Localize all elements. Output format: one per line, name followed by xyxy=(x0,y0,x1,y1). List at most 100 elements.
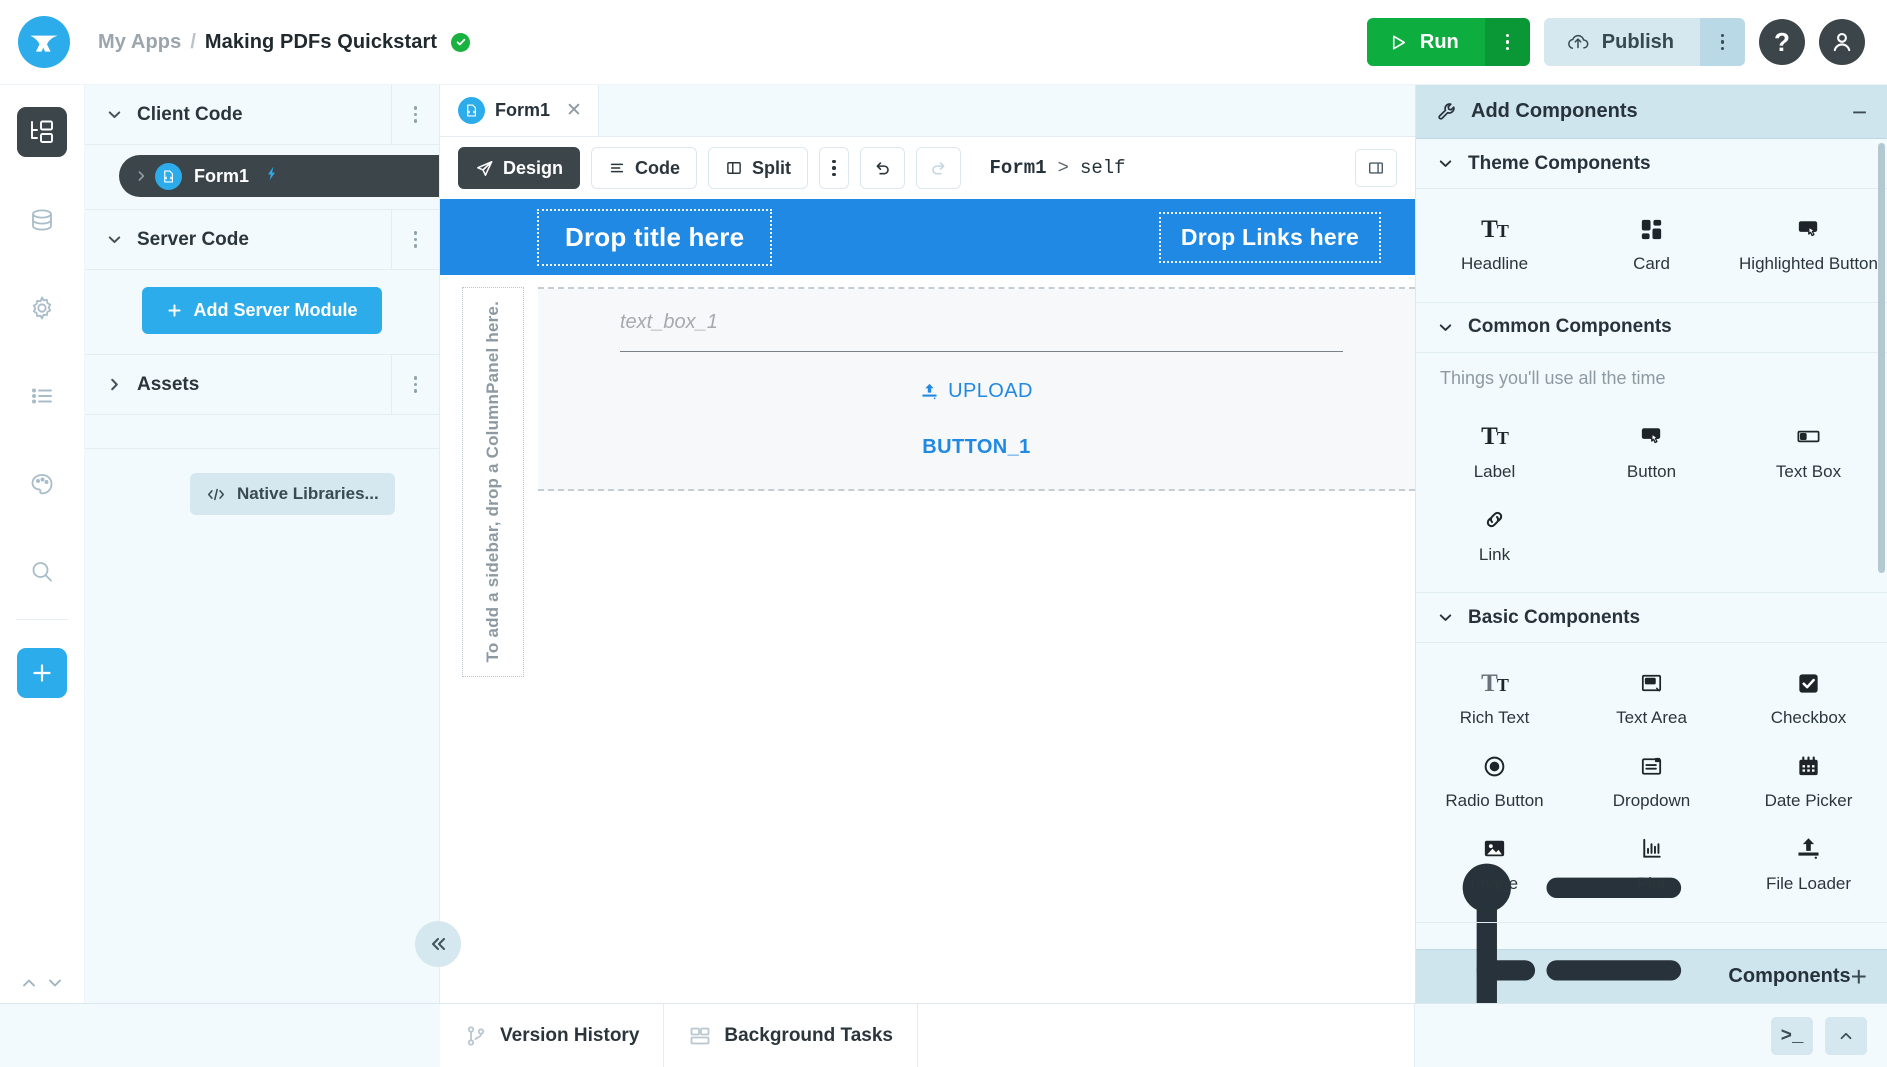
sidebar-section-label: Client Code xyxy=(137,104,243,126)
file-upload-icon xyxy=(920,382,939,401)
plus-icon[interactable]: + xyxy=(1851,963,1867,991)
component-card[interactable]: Card xyxy=(1573,203,1730,286)
chevron-up-icon[interactable] xyxy=(19,973,39,993)
rail-item-add[interactable] xyxy=(17,648,67,698)
undo-icon xyxy=(873,159,892,178)
component-date-picker[interactable]: Date Picker xyxy=(1730,740,1887,823)
terminal-button[interactable]: >_ xyxy=(1771,1017,1813,1055)
version-history-tab[interactable]: Version History xyxy=(440,1004,664,1067)
drop-title-placeholder[interactable]: Drop title here xyxy=(537,209,772,266)
collapse-sidebar-button[interactable] xyxy=(415,921,461,967)
bottom-bar-fill xyxy=(918,1004,1415,1067)
component-label: Link xyxy=(1479,544,1510,566)
radio-button-icon xyxy=(1481,751,1508,781)
component-link[interactable]: Link xyxy=(1416,494,1573,577)
design-tab-button[interactable]: Design xyxy=(458,147,580,189)
server-code-menu-button[interactable] xyxy=(391,210,439,269)
drop-links-placeholder[interactable]: Drop Links here xyxy=(1159,212,1381,263)
user-avatar-icon xyxy=(1829,29,1855,55)
components-tree-header[interactable]: Components + xyxy=(1416,949,1887,1003)
code-tab-label: Code xyxy=(635,158,680,179)
client-code-menu-button[interactable] xyxy=(391,85,439,144)
split-tab-button[interactable]: Split xyxy=(708,147,808,189)
assets-menu-button[interactable] xyxy=(391,355,439,414)
breadcrumb-my-apps[interactable]: My Apps xyxy=(98,31,181,54)
rail-item-app-browser[interactable] xyxy=(17,107,67,157)
component-text-box[interactable]: Text Box xyxy=(1730,411,1887,494)
sidebar-section-label: Assets xyxy=(137,374,199,396)
help-button[interactable]: ? xyxy=(1759,19,1805,65)
rail-item-data-tables[interactable] xyxy=(17,195,67,245)
add-server-module-label: Add Server Module xyxy=(193,300,357,321)
component-rich-text[interactable]: TT Rich Text xyxy=(1416,657,1573,740)
text-box-icon xyxy=(1795,422,1822,452)
canvas-empty-area[interactable] xyxy=(538,491,1415,1003)
lightning-bolt-icon[interactable] xyxy=(263,165,280,187)
server-code-actions: Add Server Module xyxy=(85,270,439,355)
run-button[interactable]: Run xyxy=(1367,18,1485,66)
button-1[interactable]: BUTTON_1 xyxy=(922,436,1030,458)
component-button[interactable]: Button xyxy=(1573,411,1730,494)
component-plot[interactable]: Plot xyxy=(1573,823,1730,906)
rail-item-search[interactable] xyxy=(17,547,67,597)
component-label: File Loader xyxy=(1766,873,1851,895)
sidebar-section-assets[interactable]: Assets xyxy=(85,355,439,415)
cloud-upload-icon xyxy=(1566,32,1590,52)
right-panel-scrollbar[interactable] xyxy=(1878,143,1885,573)
column-panel[interactable]: text_box_1 UPLOAD BUTTON_1 xyxy=(538,289,1415,491)
redo-button[interactable] xyxy=(916,147,961,189)
run-button-group: Run xyxy=(1367,18,1530,66)
component-headline[interactable]: TT Headline xyxy=(1416,203,1573,286)
rail-item-settings[interactable] xyxy=(17,283,67,333)
editor-breadcrumb-target[interactable]: self xyxy=(1080,157,1126,179)
expand-panel-button[interactable] xyxy=(1825,1017,1867,1055)
add-components-header[interactable]: Add Components − xyxy=(1416,85,1887,139)
group-basic-components[interactable]: Basic Components xyxy=(1416,593,1887,643)
tab-form1[interactable]: Form1 ✕ xyxy=(440,84,599,136)
sidebar-drop-hint[interactable]: To add a sidebar, drop a ColumnPanel her… xyxy=(462,287,524,677)
tasks-icon xyxy=(688,1024,712,1048)
component-checkbox[interactable]: Checkbox xyxy=(1730,657,1887,740)
chain-link-icon xyxy=(1481,505,1508,535)
publish-options-button[interactable] xyxy=(1700,18,1745,66)
rail-item-dependencies[interactable] xyxy=(17,371,67,421)
file-loader-1[interactable]: UPLOAD xyxy=(920,380,1033,403)
chevron-down-icon[interactable] xyxy=(45,973,65,993)
component-dropdown[interactable]: Dropdown xyxy=(1573,740,1730,823)
basic-components-grid: TT Rich Text Text Area Checkbox xyxy=(1416,643,1887,922)
editor-more-button[interactable] xyxy=(819,147,849,189)
background-tasks-tab[interactable]: Background Tasks xyxy=(664,1004,918,1067)
group-common-components[interactable]: Common Components xyxy=(1416,303,1887,353)
close-icon[interactable]: ✕ xyxy=(566,99,582,122)
rail-item-theme[interactable] xyxy=(17,459,67,509)
run-options-button[interactable] xyxy=(1485,18,1530,66)
anvil-logo-icon[interactable] xyxy=(18,16,70,68)
publish-button[interactable]: Publish xyxy=(1544,18,1700,66)
component-image[interactable]: Image xyxy=(1416,823,1573,906)
account-button[interactable] xyxy=(1819,19,1865,65)
palette-icon xyxy=(27,469,57,499)
chevron-right-icon[interactable] xyxy=(127,168,155,184)
form-body: To add a sidebar, drop a ColumnPanel her… xyxy=(440,275,1415,1003)
publish-button-group: Publish xyxy=(1544,18,1745,66)
chevron-up-icon xyxy=(1837,1027,1855,1045)
undo-button[interactable] xyxy=(860,147,905,189)
toggle-right-panel-button[interactable] xyxy=(1355,149,1397,187)
component-highlighted-button[interactable]: Highlighted Button xyxy=(1730,203,1887,286)
add-server-module-button[interactable]: Add Server Module xyxy=(142,287,381,334)
component-radio-button[interactable]: Radio Button xyxy=(1416,740,1573,823)
component-label: Button xyxy=(1627,461,1676,483)
component-file-loader[interactable]: File Loader xyxy=(1730,823,1887,906)
group-theme-components[interactable]: Theme Components xyxy=(1416,139,1887,189)
plus-icon xyxy=(166,302,183,319)
native-libraries-button[interactable]: Native Libraries... xyxy=(190,473,395,515)
editor-breadcrumb-form[interactable]: Form1 xyxy=(990,157,1047,179)
component-text-area[interactable]: Text Area xyxy=(1573,657,1730,740)
sidebar-item-form1[interactable]: Form1 xyxy=(119,155,439,197)
sidebar-section-client-code[interactable]: Client Code xyxy=(85,85,439,145)
sidebar-section-server-code[interactable]: Server Code xyxy=(85,210,439,270)
code-tab-button[interactable]: Code xyxy=(591,147,697,189)
text-box-1[interactable]: text_box_1 xyxy=(620,311,1343,352)
minus-icon[interactable]: − xyxy=(1852,99,1867,125)
component-label-comp[interactable]: TT Label xyxy=(1416,411,1573,494)
